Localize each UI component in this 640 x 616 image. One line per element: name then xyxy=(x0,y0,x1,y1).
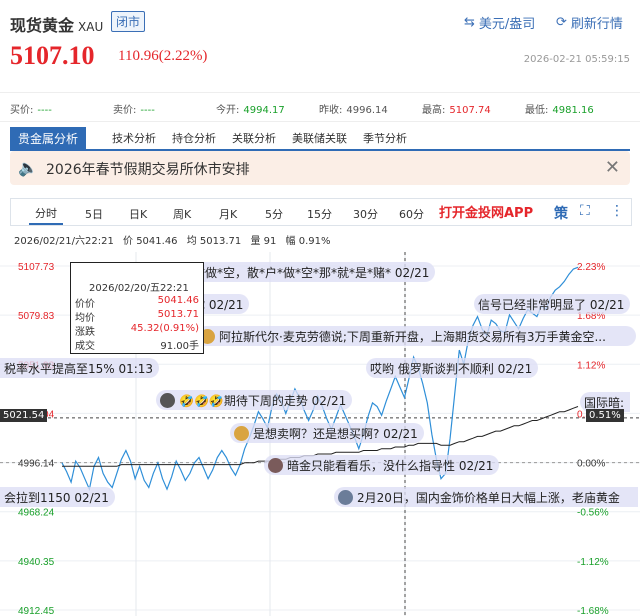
data-tooltip: 2026/02/20/五22:21 价价 5041.46 均价 5013.71 … xyxy=(70,262,204,354)
info-volume: 量 91 xyxy=(250,236,277,247)
y-tick-label-right: -1.12% xyxy=(577,557,609,568)
avatar xyxy=(160,392,175,408)
info-time: 2026/02/21/六22:21 xyxy=(14,236,114,247)
chart-info-line: 2026/02/21/六22:21 价 5041.46 均 5013.71 量 … xyxy=(14,232,337,247)
y-tick-label-left: 5079.83 xyxy=(18,311,55,322)
comment-bubble[interactable]: 哎哟 俄罗斯谈判不顺利 02/21 xyxy=(366,358,539,378)
bid-stat: 买价: ---- xyxy=(10,105,52,116)
timeframe-monthly[interactable]: 月K xyxy=(219,206,237,222)
instrument-code: XAU xyxy=(78,20,104,34)
timeframe-weekly[interactable]: 周K xyxy=(173,206,191,222)
prev-close-stat: 昨收: 4996.14 xyxy=(319,105,388,116)
y-tick-label-left: 4996.14 xyxy=(18,459,55,470)
tab-seasonal[interactable]: 季节分析 xyxy=(363,130,407,146)
notice-text: 2026年春节假期交易所休市安排 xyxy=(46,162,250,178)
info-avg: 均 5013.71 xyxy=(186,236,242,247)
tooltip-price-label: 价价 xyxy=(75,299,95,310)
y-tick-label-left: 4940.35 xyxy=(18,557,55,568)
open-stat: 今开: 4994.17 xyxy=(216,105,285,116)
y-tick-label-right: -0.56% xyxy=(577,508,609,519)
tab-technical[interactable]: 技术分析 xyxy=(112,130,156,146)
swap-icon: ⇆ xyxy=(464,15,475,30)
comment-bubble[interactable]: 税率水平提高至15% 01:13 xyxy=(0,358,160,378)
timeframe-60min[interactable]: 60分 xyxy=(399,206,424,222)
tooltip-volume-label: 成交 xyxy=(75,341,95,352)
y-tick-label-left: 4968.24 xyxy=(18,508,55,519)
comment-bubble[interactable]: 阿拉斯代尔·麦克劳德说;下周重新开盘，上海期货交易所有3万手黄金空... xyxy=(196,326,636,346)
tab-correlation[interactable]: 关联分析 xyxy=(232,130,276,146)
unit-switch-button[interactable]: ⇆ 美元/盎司 xyxy=(464,13,535,32)
comment-bubble[interactable]: 🤣🤣🤣期待下周的走势 02/21 xyxy=(156,390,353,410)
comment-bubble[interactable]: 2月20日，国内金饰价格单日大幅上涨，老庙黄金 xyxy=(334,487,638,507)
last-price: 5107.10 xyxy=(10,41,95,70)
timeframe-daily[interactable]: 日K xyxy=(129,206,147,222)
y-tick-label-right: -1.68% xyxy=(577,606,609,616)
market-status-badge: 闭市 xyxy=(111,11,146,32)
price-change: 110.96(2.22%) xyxy=(118,48,208,64)
unit-switch-label: 美元/盎司 xyxy=(478,17,536,32)
timeframe-bar: 分时 5日 日K 周K 月K 5分 15分 30分 60分 打开金投网APP 策… xyxy=(10,198,632,226)
tooltip-avg-label: 均价 xyxy=(75,313,95,324)
tooltip-time: 2026/02/20/五22:21 xyxy=(89,283,189,294)
tooltip-price-value: 5041.46 xyxy=(157,295,199,306)
crosshair-pct-label: 0.51% xyxy=(586,409,624,422)
analysis-tabs: 贵金属分析 技术分析 持仓分析 关联分析 美联储关联 季节分析 xyxy=(10,127,630,151)
comment-bubble[interactable]: 会拉到1150 02/21 xyxy=(0,487,115,507)
avatar xyxy=(338,489,353,505)
refresh-label: 刷新行情 xyxy=(570,17,623,32)
timeframe-5day[interactable]: 5日 xyxy=(85,206,103,222)
y-tick-label-left: 5107.73 xyxy=(18,262,55,273)
tooltip-volume-value: 91.00手 xyxy=(160,341,199,352)
holiday-notice[interactable]: 🔈 2026年春节假期交易所休市安排 ✕ xyxy=(10,151,630,185)
timeframe-15min[interactable]: 15分 xyxy=(307,206,332,222)
y-tick-label-left: 4912.45 xyxy=(18,606,55,616)
comment-bubble[interactable]: 是想卖啊？还是想买啊? 02/21 xyxy=(230,423,424,443)
high-stat: 最高: 5107.74 xyxy=(422,105,491,116)
ask-stat: 卖价: ---- xyxy=(113,105,155,116)
tab-fed[interactable]: 美联储关联 xyxy=(292,130,347,146)
close-icon[interactable]: ✕ xyxy=(605,157,620,178)
timeframe-5min[interactable]: 5分 xyxy=(265,206,283,222)
fullscreen-icon[interactable]: ⛶ xyxy=(580,203,590,219)
avatar xyxy=(234,425,249,441)
refresh-icon: ⟳ xyxy=(556,15,567,30)
quote-timestamp: 2026-02-21 05:59:15 xyxy=(523,54,630,65)
avatar xyxy=(268,457,283,473)
tooltip-avg-value: 5013.71 xyxy=(157,309,199,320)
speaker-icon: 🔈 xyxy=(18,158,38,177)
open-app-link[interactable]: 打开金投网APP xyxy=(439,202,533,221)
tab-position[interactable]: 持仓分析 xyxy=(172,130,216,146)
strategy-button[interactable]: 策 xyxy=(554,203,568,223)
timeframe-30min[interactable]: 30分 xyxy=(353,206,378,222)
tooltip-change-label: 涨跌 xyxy=(75,327,95,338)
comment-bubble[interactable]: 信号已经非常明显了 02/21 xyxy=(474,294,631,314)
y-tick-label-right: 2.23% xyxy=(577,262,605,273)
instrument-title: 现货黄金 XAU xyxy=(10,12,103,36)
crosshair-price-label: 5021.54 xyxy=(0,409,48,422)
tab-precious-metals[interactable]: 贵金属分析 xyxy=(10,127,87,149)
comment-bubble[interactable]: 暗金只能看看乐，没什么指导性 02/21 xyxy=(264,455,500,475)
tooltip-change-value: 45.32(0.91%) xyxy=(130,323,199,334)
info-price: 价 5041.46 xyxy=(123,236,178,247)
info-amplitude: 幅 0.91% xyxy=(285,236,331,247)
y-tick-label-right: 0.00% xyxy=(577,459,605,470)
instrument-name: 现货黄金 xyxy=(10,16,75,35)
timeframe-intraday[interactable]: 分时 xyxy=(29,203,63,225)
y-tick-label-right: 1.12% xyxy=(577,360,605,371)
quote-stats-row: 买价: ---- 卖价: ---- 今开: 4994.17 昨收: 4996.14 最高… xyxy=(0,92,640,122)
more-icon[interactable]: ⋮ xyxy=(610,203,624,219)
refresh-button[interactable]: ⟳ 刷新行情 xyxy=(556,13,623,32)
low-stat: 最低: 4981.16 xyxy=(525,105,594,116)
